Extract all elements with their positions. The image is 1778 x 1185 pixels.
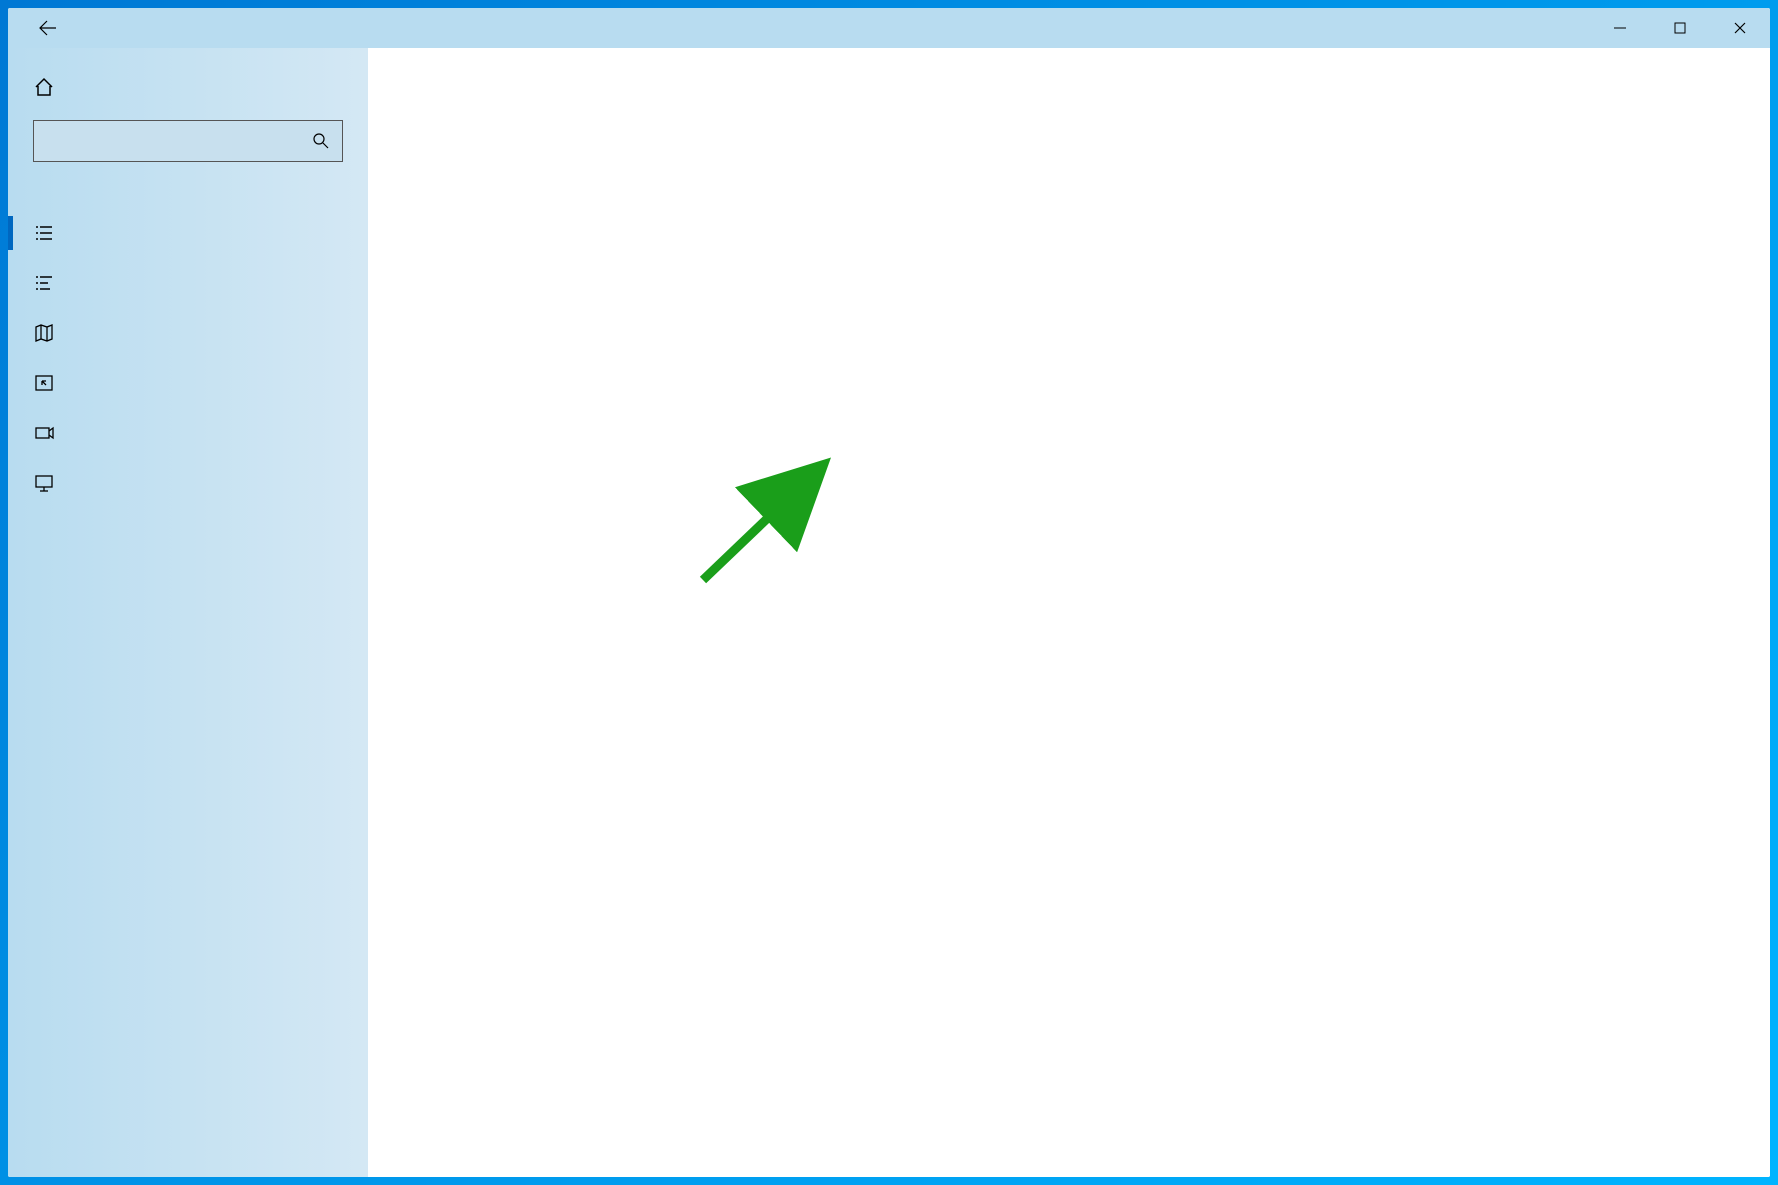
maximize-button[interactable] [1650, 8, 1710, 48]
home-nav[interactable] [8, 68, 368, 106]
back-button[interactable] [28, 8, 68, 48]
content-area [8, 48, 1770, 1177]
arrow-left-icon [39, 19, 57, 37]
annotation-arrow [688, 450, 848, 590]
main-panel [368, 48, 1770, 1177]
nav-apps-features[interactable] [8, 208, 368, 258]
close-button[interactable] [1710, 8, 1770, 48]
minimize-icon [1614, 22, 1626, 34]
nav-apps-websites[interactable] [8, 358, 368, 408]
window-controls [1590, 8, 1770, 48]
home-icon [33, 76, 55, 98]
titlebar [8, 8, 1770, 48]
nav-default-apps[interactable] [8, 258, 368, 308]
list-icon [33, 222, 55, 244]
startup-icon [33, 472, 55, 494]
sidebar [8, 48, 368, 1177]
close-icon [1734, 22, 1746, 34]
section-label [8, 186, 368, 208]
settings-window [8, 8, 1770, 1177]
nav-offline-maps[interactable] [8, 308, 368, 358]
minimize-button[interactable] [1590, 8, 1650, 48]
website-icon [33, 372, 55, 394]
nav-startup[interactable] [8, 458, 368, 508]
search-icon [312, 132, 330, 150]
nav-video-playback[interactable] [8, 408, 368, 458]
search-box[interactable] [33, 120, 343, 162]
maximize-icon [1674, 22, 1686, 34]
defaults-icon [33, 272, 55, 294]
search-input[interactable] [46, 132, 312, 150]
map-icon [33, 322, 55, 344]
video-icon [33, 422, 55, 444]
titlebar-left [8, 8, 1590, 48]
